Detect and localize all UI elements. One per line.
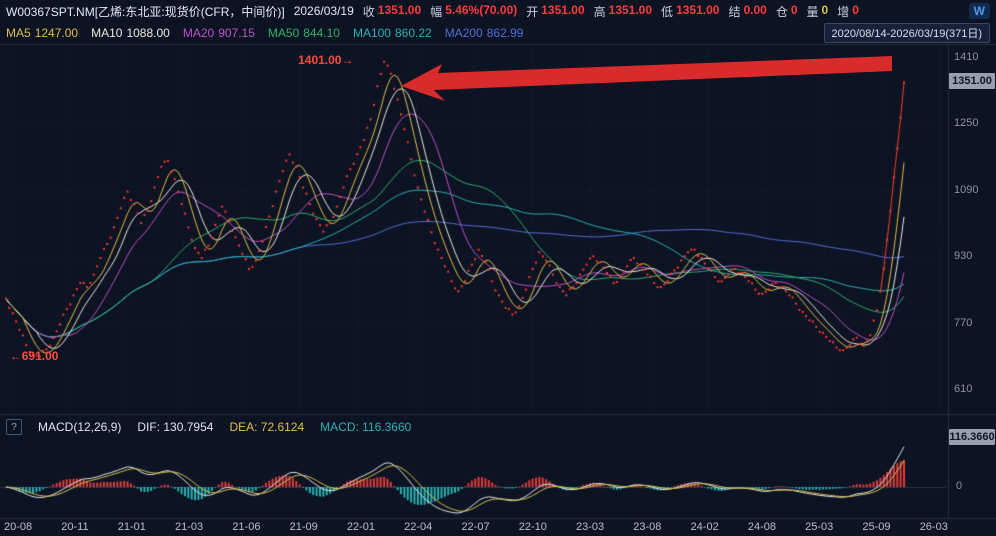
quote-header: W00367SPT.NM[乙烯:东北亚:现货价(CFR，中间价)] 2026/0… [0,0,996,22]
ma200-legend: MA200 862.99 [445,26,524,40]
ma-value: 1088.00 [126,26,169,40]
ma-label: MA200 [445,26,483,40]
x-axis-tick: 21-01 [118,521,146,533]
y-axis-tick: 1410 [954,51,978,63]
ma-value: 862.99 [487,26,524,40]
stat-oi-change: 增0 [837,3,859,20]
ma10-legend: MA10 1088.00 [91,26,170,40]
dea-value: DEA: 72.6124 [229,420,304,434]
x-axis-tick: 21-06 [232,521,260,533]
ma-label: MA10 [91,26,122,40]
ma-legend-bar: MA5 1247.00 MA10 1088.00 MA20 907.15 MA50 84… [0,22,996,44]
stat-value: 0 [852,3,859,20]
stat-value: 1351.00 [609,3,652,20]
x-axis-tick: 21-03 [175,521,203,533]
ma-label: MA20 [183,26,214,40]
app-logo: W [969,3,990,19]
y-axis-tick: 930 [954,250,972,262]
stat-value: 1351.00 [676,3,719,20]
x-axis-tick: 25-03 [805,521,833,533]
stat-label: 增 [837,3,849,20]
help-icon[interactable]: ? [6,419,22,435]
ma-value: 844.10 [303,26,340,40]
x-axis-tick: 20-08 [4,521,32,533]
stat-settle: 结0.00 [728,3,766,20]
ma100-legend: MA100 860.22 [353,26,432,40]
terminal-screen: W00367SPT.NM[乙烯:东北亚:现货价(CFR，中间价)] 2026/0… [0,0,996,536]
x-axis-tick: 25-09 [862,521,890,533]
x-axis-tick: 20-11 [61,521,88,533]
y-axis-tick: 770 [954,317,972,329]
ma-label: MA50 [268,26,299,40]
high-price-annotation: 1401.00→ [298,53,353,67]
stat-value: 5.46%(70.00) [445,3,517,20]
ma-value: 1247.00 [35,26,78,40]
stat-volume: 量0 [807,3,829,20]
stat-high: 高1351.00 [594,3,652,20]
last-price-badge: 1351.00 [949,73,995,89]
stat-label: 低 [661,3,673,20]
x-axis-tick: 22-07 [461,521,489,533]
x-axis-tick: 22-10 [519,521,547,533]
stat-change: 幅5.46%(70.00) [430,3,517,20]
y-axis-tick: 1250 [954,117,978,129]
stat-value: 0 [822,3,829,20]
stat-close: 收1351.00 [363,3,421,20]
date-range-badge[interactable]: 2020/08/14-2026/03/19(371日) [824,23,990,43]
macd-last-badge: 116.3660 [949,429,995,445]
dif-value: DIF: 130.7954 [137,420,213,434]
ma5-legend: MA5 1247.00 [6,26,78,40]
macd-zero-label: 0 [956,480,962,492]
macd-value: MACD: 116.3660 [320,420,411,434]
x-axis-tick: 24-08 [748,521,776,533]
symbol-title[interactable]: W00367SPT.NM[乙烯:东北亚:现货价(CFR，中间价)] [6,3,285,20]
y-axis-tick: 610 [954,383,972,395]
stat-open: 开1351.00 [526,3,584,20]
stat-label: 收 [363,3,375,20]
stat-low: 低1351.00 [661,3,719,20]
stat-label: 量 [807,3,819,20]
stat-value: 1351.00 [378,3,421,20]
ma-label: MA100 [353,26,391,40]
quote-date: 2026/03/19 [294,4,354,18]
ma50-legend: MA50 844.10 [268,26,340,40]
stat-value: 1351.00 [541,3,584,20]
price-chart-canvas[interactable] [0,0,996,536]
stat-label: 幅 [430,3,442,20]
stat-value: 0 [791,3,798,20]
stat-label: 高 [594,3,606,20]
macd-title: MACD(12,26,9) [38,420,121,434]
x-axis-tick: 22-01 [347,521,375,533]
ma20-legend: MA20 907.15 [183,26,255,40]
stat-label: 仓 [776,3,788,20]
x-axis-tick: 26-03 [920,521,948,533]
low-price-annotation: ←691.00 [10,349,59,363]
ma-value: 907.15 [218,26,255,40]
stat-label: 开 [526,3,538,20]
ma-label: MA5 [6,26,31,40]
y-axis-tick: 1090 [954,184,978,196]
stat-value: 0.00 [743,3,766,20]
x-axis-tick: 24-02 [691,521,719,533]
ma-value: 860.22 [395,26,432,40]
x-axis: 20-08 20-11 21-01 21-03 21-06 21-09 22-0… [4,521,948,533]
macd-legend-bar: ? MACD(12,26,9) DIF: 130.7954 DEA: 72.61… [0,417,948,437]
x-axis-tick: 22-04 [404,521,432,533]
stat-open-interest: 仓0 [776,3,798,20]
stat-label: 结 [728,3,740,20]
x-axis-tick: 23-03 [576,521,604,533]
x-axis-tick: 21-09 [290,521,318,533]
x-axis-tick: 23-08 [633,521,661,533]
